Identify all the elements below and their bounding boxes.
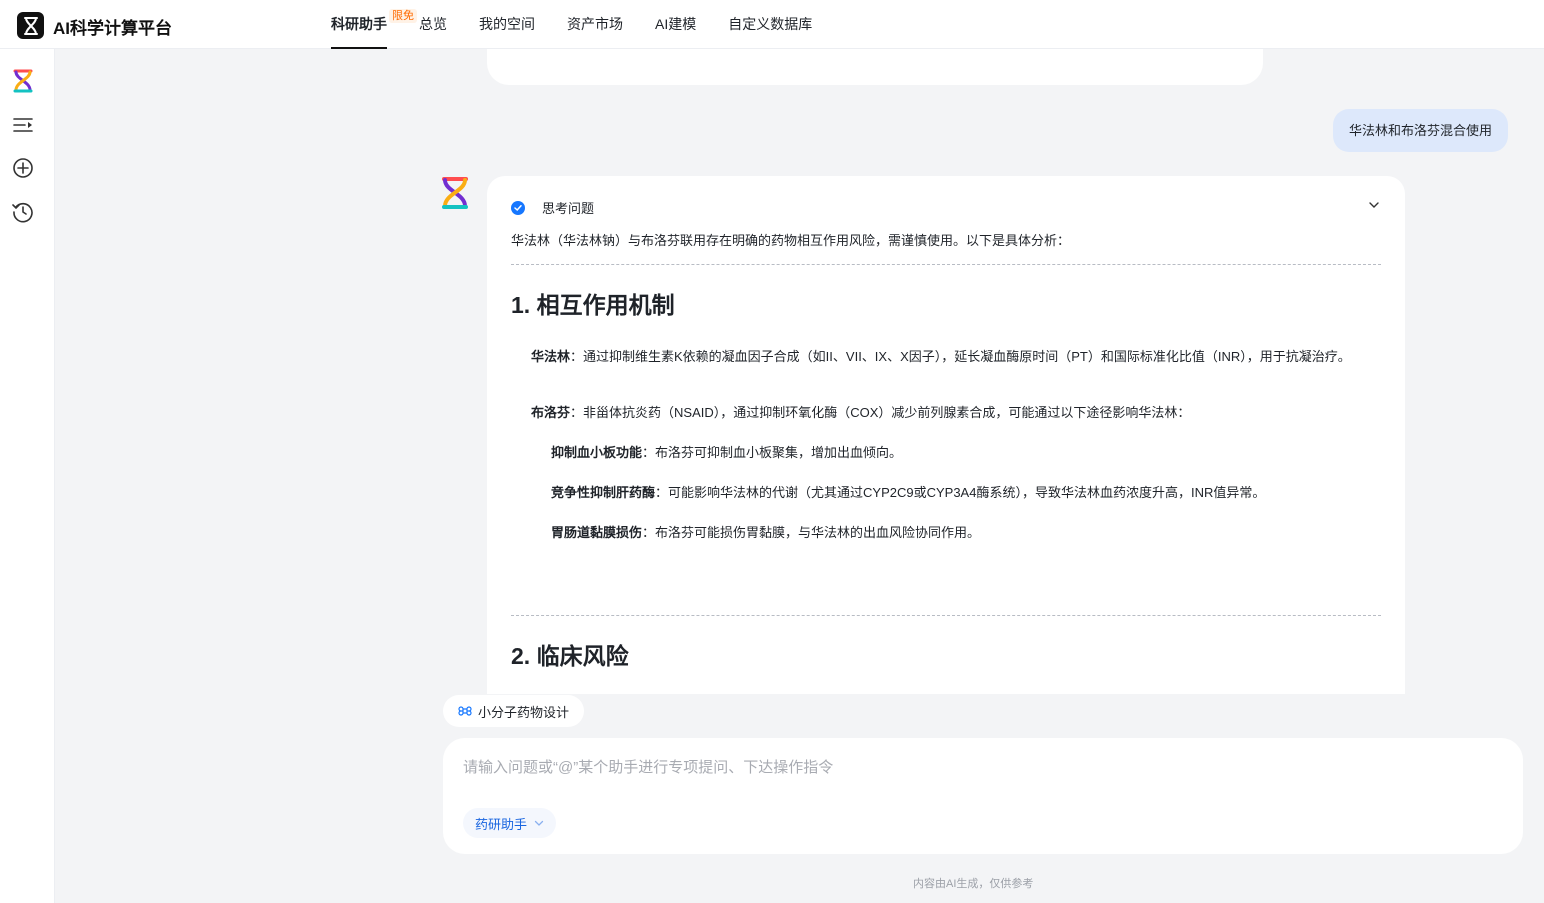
section-divider bbox=[511, 264, 1381, 265]
command-icon bbox=[458, 706, 472, 716]
chevron-down-icon[interactable] bbox=[1367, 198, 1381, 212]
assistant-answer-card: 思考问题 华法林（华法林钠）与布洛芬联用存在明确的药物相互作用风险，需谨慎使用。… bbox=[487, 176, 1405, 694]
term: 抑制血小板功能 bbox=[551, 445, 643, 460]
text: ：布洛芬可抑制血小板聚集，增加出血倾向。 bbox=[642, 445, 903, 460]
text: ：布洛芬可能损伤胃黏膜，与华法林的出血风险协同作用。 bbox=[642, 525, 981, 540]
chevron-down-icon bbox=[534, 820, 544, 826]
section-heading: 1. 相互作用机制 bbox=[511, 292, 675, 318]
term: 布洛芬 bbox=[531, 405, 571, 420]
chat-input-box[interactable]: 请输入问题或“@”某个助手进行专项提问、下达操作指令 药研助手 bbox=[443, 738, 1523, 854]
nav-my-space[interactable]: 我的空间 bbox=[479, 0, 535, 49]
colorful-logo-icon[interactable] bbox=[11, 69, 35, 93]
check-icon bbox=[511, 200, 525, 215]
section-heading: 2. 临床风险 bbox=[511, 643, 629, 669]
nav-ai-modeling[interactable]: AI建模 bbox=[655, 0, 696, 49]
chat-input[interactable]: 请输入问题或“@”某个助手进行专项提问、下达操作指令 bbox=[463, 756, 833, 777]
nav-research-assistant[interactable]: 科研助手 限免 bbox=[331, 0, 417, 49]
text: ：可能影响华法林的代谢（尤其通过CYP2C9或CYP3A4酶系统），导致华法林血… bbox=[655, 485, 1266, 500]
nav-custom-database[interactable]: 自定义数据库 bbox=[728, 0, 812, 49]
answer-intro: 华法林（华法林钠）与布洛芬联用存在明确的药物相互作用风险，需谨慎使用。以下是具体… bbox=[511, 233, 1071, 248]
chip-label: 小分子药物设计 bbox=[478, 704, 570, 720]
nav-label: AI建模 bbox=[655, 16, 697, 32]
mechanism-point: 抑制血小板功能：布洛芬可抑制血小板聚集，增加出血倾向。 bbox=[551, 443, 1377, 463]
new-chat-icon[interactable] bbox=[11, 156, 35, 180]
thinking-status[interactable]: 思考问题 bbox=[511, 198, 594, 217]
mechanism-point: 竞争性抑制肝药酶：可能影响华法林的代谢（尤其通过CYP2C9或CYP3A4酶系统… bbox=[551, 483, 1377, 503]
free-badge: 限免 bbox=[389, 9, 417, 23]
nav-asset-market[interactable]: 资产市场 bbox=[567, 0, 623, 49]
history-icon[interactable] bbox=[11, 200, 35, 224]
nav-label: 资产市场 bbox=[567, 16, 623, 32]
nav-label: 我的空间 bbox=[479, 16, 535, 32]
warfarin-paragraph: 华法林：通过抑制维生素K依赖的凝血因子合成（如II、VII、IX、X因子），延长… bbox=[531, 347, 1377, 367]
nav-label: 总览 bbox=[419, 16, 447, 32]
assistant-avatar-icon bbox=[440, 176, 470, 210]
menu-collapse-icon[interactable] bbox=[11, 113, 35, 137]
nav-label: 自定义数据库 bbox=[728, 16, 813, 32]
mechanism-point: 胃肠道黏膜损伤：布洛芬可能损伤胃黏膜，与华法林的出血风险协同作用。 bbox=[551, 523, 1377, 543]
small-molecule-design-chip[interactable]: 小分子药物设计 bbox=[443, 695, 585, 727]
ibuprofen-paragraph: 布洛芬：非甾体抗炎药（NSAID），通过抑制环氧化酶（COX）减少前列腺素合成，… bbox=[531, 403, 1377, 423]
term: 胃肠道黏膜损伤 bbox=[551, 525, 643, 540]
thinking-label: 思考问题 bbox=[542, 201, 595, 216]
assistant-select[interactable]: 药研助手 bbox=[463, 808, 557, 838]
nav-overview[interactable]: 总览 bbox=[419, 0, 447, 49]
text: ：非甾体抗炎药（NSAID），通过抑制环氧化酶（COX）减少前列腺素合成，可能通… bbox=[570, 405, 1191, 420]
term: 华法林 bbox=[531, 349, 571, 364]
user-message: 华法林和布洛芬混合使用 bbox=[1333, 109, 1509, 152]
sidebar bbox=[0, 49, 55, 903]
term: 竞争性抑制肝药酶 bbox=[551, 485, 656, 500]
nav-label: 科研助手 bbox=[331, 16, 387, 32]
text: ：通过抑制维生素K依赖的凝血因子合成（如II、VII、IX、X因子），延长凝血酶… bbox=[570, 349, 1351, 364]
ai-disclaimer: 内容由AI生成，仅供参考 bbox=[913, 878, 1034, 890]
top-bar: AI科学计算平台 科研助手 限免 总览 我的空间 资产市场 AI建模 自定义数据… bbox=[0, 0, 1544, 49]
assistant-select-label: 药研助手 bbox=[475, 816, 528, 832]
section-divider bbox=[511, 615, 1381, 616]
hourglass-logo-icon[interactable] bbox=[17, 12, 44, 39]
main-nav: 科研助手 限免 总览 我的空间 资产市场 AI建模 自定义数据库 bbox=[331, 0, 844, 49]
app-brand: AI科学计算平台 bbox=[53, 19, 172, 38]
